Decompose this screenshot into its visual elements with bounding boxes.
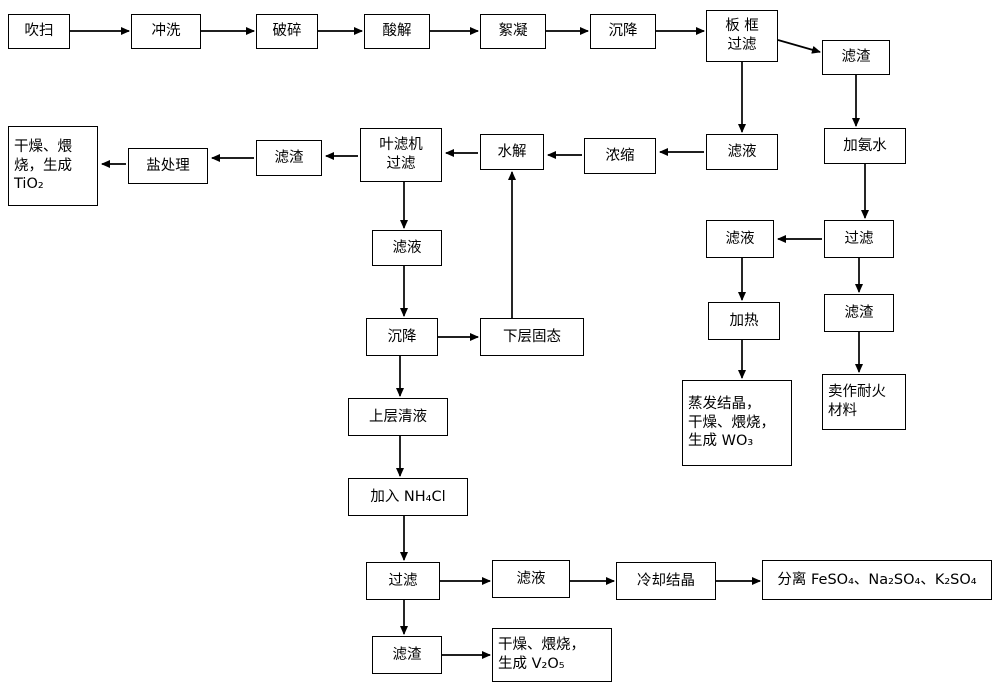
node-blowing[interactable]: 吹扫 — [8, 14, 70, 49]
node-hydrolysis[interactable]: 水解 — [480, 134, 544, 170]
node-filter-residue-3[interactable]: 滤渣 — [824, 294, 894, 332]
node-plate-frame-filtration[interactable]: 板 框 过滤 — [706, 10, 778, 62]
node-add-ammonia[interactable]: 加氨水 — [824, 128, 906, 164]
node-filtration-3[interactable]: 过滤 — [366, 562, 440, 600]
node-salt-treatment[interactable]: 盐处理 — [128, 148, 208, 184]
node-sell-refractory-material[interactable]: 卖作耐火 材料 — [822, 374, 906, 430]
node-acidolysis[interactable]: 酸解 — [364, 14, 430, 49]
node-flocculation[interactable]: 絮凝 — [480, 14, 546, 49]
node-drying-calcination-tio2[interactable]: 干燥、煨 烧，生成 TiO₂ — [8, 126, 98, 206]
node-cooling-crystallization[interactable]: 冷却结晶 — [616, 562, 716, 600]
node-filter-residue-2[interactable]: 滤渣 — [256, 140, 322, 176]
node-supernatant[interactable]: 上层清液 — [348, 398, 448, 436]
node-add-nh4cl[interactable]: 加入 NH₄Cl — [348, 478, 468, 516]
node-heating[interactable]: 加热 — [708, 302, 780, 340]
node-settling-top[interactable]: 沉降 — [590, 14, 656, 49]
node-crushing[interactable]: 破碎 — [256, 14, 318, 49]
node-drying-calcination-v2o5[interactable]: 干燥、煨烧， 生成 V₂O₅ — [492, 628, 612, 682]
node-evaporation-crystallization-wo3[interactable]: 蒸发结晶， 干燥、煨烧， 生成 WO₃ — [682, 380, 792, 466]
node-separate-sulfates[interactable]: 分离 FeSO₄、Na₂SO₄、K₂SO₄ — [762, 560, 992, 600]
node-filtrate-4[interactable]: 滤液 — [492, 560, 570, 598]
node-concentration[interactable]: 浓缩 — [584, 138, 656, 174]
node-settling-2[interactable]: 沉降 — [366, 318, 438, 356]
node-washing[interactable]: 冲洗 — [131, 14, 201, 49]
node-filter-residue-1[interactable]: 滤渣 — [822, 40, 890, 75]
node-filtration-2[interactable]: 过滤 — [824, 220, 894, 258]
node-lower-solid[interactable]: 下层固态 — [480, 318, 584, 356]
node-filter-residue-4[interactable]: 滤渣 — [372, 636, 442, 674]
node-filtrate-3[interactable]: 滤液 — [372, 230, 442, 266]
node-leaf-filter-filtration[interactable]: 叶滤机 过滤 — [360, 128, 442, 182]
node-filtrate-1[interactable]: 滤液 — [706, 134, 778, 170]
process-flowchart: 吹扫 冲洗 破碎 酸解 絮凝 沉降 板 框 过滤 滤渣 加氨水 滤液 浓缩 水解… — [0, 0, 1000, 692]
node-filtrate-2[interactable]: 滤液 — [706, 220, 774, 258]
